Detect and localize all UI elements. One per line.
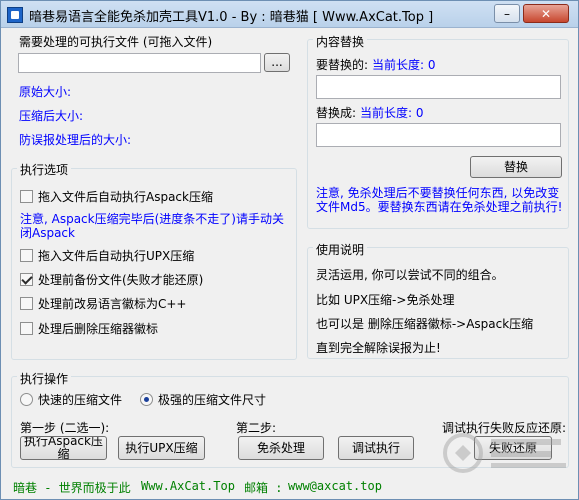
aspack-auto-checkbox[interactable]: 拖入文件后自动执行Aspack压缩 bbox=[20, 188, 213, 205]
title-bar[interactable]: 暗巷易语言全能免杀加壳工具V1.0 - By : 暗巷猫 [ Www.AxCat… bbox=[1, 1, 578, 28]
file-panel: 需要处理的可执行文件 (可拖入文件) ... 原始大小: 压缩后大小: 防误报处… bbox=[11, 35, 297, 151]
actions-legend: 执行操作 bbox=[17, 370, 72, 387]
anti-fp-size-label: 防误报处理后的大小: bbox=[19, 133, 132, 147]
aspack-auto-label: 拖入文件后自动执行Aspack压缩 bbox=[38, 190, 213, 204]
restore-label: 调试执行失败反应还原: bbox=[442, 421, 567, 435]
upx-auto-label: 拖入文件后自动执行UPX压缩 bbox=[38, 249, 195, 263]
status-slogan: 暗巷 - 世界而极于此 bbox=[13, 481, 131, 495]
help-line-1: 灵活运用, 你可以尝试不同的组合。 bbox=[316, 268, 504, 282]
status-site: Www.AxCat.Top bbox=[141, 479, 235, 493]
backup-box[interactable] bbox=[20, 273, 33, 286]
restore-button[interactable]: 失败还原 bbox=[474, 436, 552, 460]
change-icon-checkbox[interactable]: 处理前改易语言徽标为C++ bbox=[20, 295, 187, 312]
delete-icon-box[interactable] bbox=[20, 322, 33, 335]
close-button[interactable]: ✕ bbox=[523, 4, 569, 23]
radio-fast-compress[interactable]: 快速的压缩文件 bbox=[20, 391, 122, 408]
radio-strong-dot[interactable] bbox=[140, 393, 153, 406]
minimize-button[interactable]: – bbox=[494, 4, 520, 23]
find-length: 当前长度: 0 bbox=[372, 58, 436, 72]
original-size-label: 原始大小: bbox=[19, 85, 72, 99]
upx-compress-button[interactable]: 执行UPX压缩 bbox=[118, 436, 205, 460]
change-icon-box[interactable] bbox=[20, 297, 33, 310]
aspack-note: 注意, Aspack压缩完毕后(进度条不走了)请手动关闭Aspack bbox=[20, 212, 284, 240]
replace-panel: 内容替换 要替换的: 当前长度: 0 替换成: 当前长度: 0 替换 注意, 免… bbox=[307, 33, 569, 229]
replace-note: 注意, 免杀处理后不要替换任何东西, 以免改变文件Md5。要替换东西请在免杀处理… bbox=[316, 186, 563, 214]
file-path-input[interactable] bbox=[18, 53, 261, 73]
with-length: 当前长度: 0 bbox=[360, 106, 424, 120]
app-icon bbox=[7, 7, 23, 23]
radio-fast-label: 快速的压缩文件 bbox=[38, 393, 123, 407]
with-input[interactable] bbox=[316, 123, 561, 147]
status-bar: 暗巷 - 世界而极于此 Www.AxCat.Top 邮箱 : www@axcat… bbox=[1, 475, 578, 499]
with-label: 替换成: bbox=[316, 106, 357, 120]
help-line-4: 直到完全解除误报为止! bbox=[316, 341, 441, 355]
help-legend: 使用说明 bbox=[313, 241, 368, 258]
status-mail-label: 邮箱 : bbox=[244, 481, 283, 495]
options-legend: 执行选项 bbox=[17, 161, 72, 178]
compressed-size-label: 压缩后大小: bbox=[19, 109, 84, 123]
radio-fast-dot[interactable] bbox=[20, 393, 33, 406]
backup-label: 处理前备份文件(失败才能还原) bbox=[38, 273, 204, 287]
aspack-compress-button[interactable]: 执行Aspack压缩 bbox=[20, 436, 107, 460]
browse-button[interactable]: ... bbox=[264, 53, 290, 72]
step2-label: 第二步: bbox=[236, 421, 277, 435]
replace-button[interactable]: 替换 bbox=[470, 156, 562, 178]
find-input[interactable] bbox=[316, 75, 561, 99]
status-mail: www@axcat.top bbox=[288, 479, 382, 493]
options-panel: 执行选项 拖入文件后自动执行Aspack压缩 注意, Aspack压缩完毕后(进… bbox=[11, 161, 297, 360]
delete-icon-checkbox[interactable]: 处理后删除压缩器徽标 bbox=[20, 320, 158, 337]
change-icon-label: 处理前改易语言徽标为C++ bbox=[38, 297, 187, 311]
help-panel: 使用说明 灵活运用, 你可以尝试不同的组合。 比如 UPX压缩->免杀处理 也可… bbox=[307, 241, 569, 359]
radio-strong-compress[interactable]: 极强的压缩文件尺寸 bbox=[140, 391, 266, 408]
window-title: 暗巷易语言全能免杀加壳工具V1.0 - By : 暗巷猫 [ Www.AxCat… bbox=[29, 10, 434, 25]
upx-auto-checkbox[interactable]: 拖入文件后自动执行UPX压缩 bbox=[20, 247, 194, 264]
help-line-2: 比如 UPX压缩->免杀处理 bbox=[316, 293, 455, 307]
app-window: 暗巷易语言全能免杀加壳工具V1.0 - By : 暗巷猫 [ Www.AxCat… bbox=[0, 0, 579, 500]
step1-label: 第一步 (二选一): bbox=[20, 421, 110, 435]
backup-checkbox[interactable]: 处理前备份文件(失败才能还原) bbox=[20, 271, 203, 288]
help-line-3: 也可以是 删除压缩器徽标->Aspack压缩 bbox=[316, 317, 534, 331]
actions-panel: 执行操作 快速的压缩文件 极强的压缩文件尺寸 第一步 (二选一): 第二步: 调… bbox=[11, 370, 569, 468]
delete-icon-label: 处理后删除压缩器徽标 bbox=[38, 322, 159, 336]
file-section-label: 需要处理的可执行文件 (可拖入文件) bbox=[19, 35, 213, 49]
replace-legend: 内容替换 bbox=[313, 33, 368, 50]
find-label: 要替换的: bbox=[316, 58, 369, 72]
upx-auto-box[interactable] bbox=[20, 249, 33, 262]
antivirus-process-button[interactable]: 免杀处理 bbox=[238, 436, 324, 460]
aspack-auto-box[interactable] bbox=[20, 190, 33, 203]
radio-strong-label: 极强的压缩文件尺寸 bbox=[158, 393, 267, 407]
debug-run-button[interactable]: 调试执行 bbox=[338, 436, 414, 460]
